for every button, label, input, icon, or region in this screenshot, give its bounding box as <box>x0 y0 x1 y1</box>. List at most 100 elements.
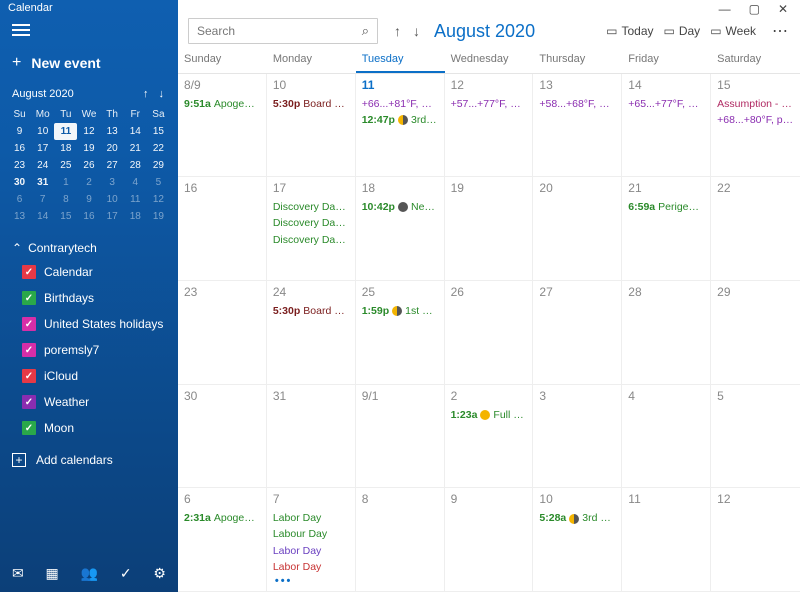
calendar-cell[interactable]: 9/1 <box>356 385 445 489</box>
mini-day[interactable]: 6 <box>8 191 31 208</box>
mini-day[interactable]: 13 <box>101 123 124 140</box>
mini-day[interactable]: 17 <box>31 140 54 157</box>
calendar-cell[interactable]: 5 <box>711 385 800 489</box>
calendar-cell[interactable]: 8/99:51aApogee, 251, <box>178 74 267 178</box>
calendar-toggle[interactable]: ✓Weather <box>18 389 174 415</box>
event[interactable]: 1:59p1st Quart <box>360 303 440 319</box>
more-button[interactable]: ⋯ <box>772 21 790 41</box>
calendar-cell[interactable]: 7Labor DayLabour DayLabor DayLabor Day••… <box>267 488 356 592</box>
event[interactable]: Assumption - Weste <box>715 96 796 112</box>
today-button[interactable]: ▭Today <box>606 24 653 38</box>
new-event-button[interactable]: + New event <box>0 44 178 86</box>
mini-day[interactable]: 8 <box>54 191 77 208</box>
calendar-cell[interactable]: 11+66...+81°F, moder12:47p3rd Qua <box>356 74 445 178</box>
event[interactable]: 12:47p3rd Qua <box>360 112 440 128</box>
event[interactable]: +68...+80°F, patchy <box>715 112 796 128</box>
calendar-cell[interactable]: 4 <box>622 385 711 489</box>
calendar-cell[interactable]: 16 <box>178 177 267 281</box>
close-button[interactable]: ✕ <box>778 2 788 16</box>
calendar-cell[interactable]: 20 <box>533 177 622 281</box>
week-view-button[interactable]: ▭Week <box>710 24 756 38</box>
mini-day[interactable]: 31 <box>31 174 54 191</box>
mini-day[interactable]: 13 <box>8 208 31 225</box>
calendar-toggle[interactable]: ✓poremsly7 <box>18 337 174 363</box>
calendar-cell[interactable]: 245:30pBoard of Edu <box>267 281 356 385</box>
mini-day[interactable]: 24 <box>31 157 54 174</box>
event[interactable]: Discovery Day (Yuk <box>271 215 351 231</box>
mini-day[interactable]: 19 <box>147 208 170 225</box>
calendar-toggle[interactable]: ✓Calendar <box>18 259 174 285</box>
calendar-toggle[interactable]: ✓Moon <box>18 415 174 441</box>
event[interactable]: 1:23aFull moon <box>449 407 529 423</box>
event[interactable]: 2:31aApogee, 252, <box>182 510 262 526</box>
event[interactable]: Labor Day <box>271 510 351 526</box>
calendar-cell[interactable]: 1810:42pNew mo <box>356 177 445 281</box>
mini-day[interactable]: 12 <box>77 123 100 140</box>
mini-day[interactable]: 15 <box>54 208 77 225</box>
mini-day[interactable]: 16 <box>77 208 100 225</box>
mini-day[interactable]: 25 <box>54 157 77 174</box>
calendar-cell[interactable]: 17Discovery Day (YukDiscovery Day (YukDi… <box>267 177 356 281</box>
calendar-cell[interactable]: 15Assumption - Weste+68...+80°F, patchy <box>711 74 800 178</box>
mini-day[interactable]: 27 <box>101 157 124 174</box>
day-view-button[interactable]: ▭Day <box>664 24 701 38</box>
mini-day[interactable]: 12 <box>147 191 170 208</box>
mini-day[interactable]: 19 <box>77 140 100 157</box>
event[interactable]: 10:42pNew mo <box>360 199 440 215</box>
settings-icon[interactable]: ⚙ <box>153 565 166 582</box>
mini-day[interactable]: 9 <box>77 191 100 208</box>
calendar-cell[interactable]: 14+65...+77°F, moder <box>622 74 711 178</box>
event[interactable]: 5:30pBoard of Edu <box>271 96 351 112</box>
mini-day[interactable]: 11 <box>54 123 77 140</box>
add-calendars-button[interactable]: + Add calendars <box>0 441 178 479</box>
event[interactable]: +65...+77°F, moder <box>626 96 706 112</box>
mini-day[interactable]: 26 <box>77 157 100 174</box>
calendar-cell[interactable]: 21:23aFull moon <box>445 385 534 489</box>
calendar-cell[interactable]: 11 <box>622 488 711 592</box>
mini-day[interactable]: 14 <box>124 123 147 140</box>
mini-prev-button[interactable]: ↑ <box>143 88 149 100</box>
calendar-cell[interactable]: 62:31aApogee, 252, <box>178 488 267 592</box>
maximize-button[interactable]: ▢ <box>749 2 760 16</box>
mini-day[interactable]: 2 <box>77 174 100 191</box>
mini-day[interactable]: 11 <box>124 191 147 208</box>
calendar-cell[interactable]: 27 <box>533 281 622 385</box>
calendar-cell[interactable]: 251:59p1st Quart <box>356 281 445 385</box>
calendar-cell[interactable]: 8 <box>356 488 445 592</box>
mini-day[interactable]: 10 <box>101 191 124 208</box>
mini-day[interactable]: 5 <box>147 174 170 191</box>
mini-day[interactable]: 28 <box>124 157 147 174</box>
event[interactable]: +66...+81°F, moder <box>360 96 440 112</box>
mini-day[interactable]: 23 <box>8 157 31 174</box>
event[interactable]: +58...+68°F, moder <box>537 96 617 112</box>
mini-day[interactable]: 14 <box>31 208 54 225</box>
calendar-cell[interactable]: 22 <box>711 177 800 281</box>
event[interactable]: Labor Day <box>271 559 351 575</box>
mini-day[interactable]: 15 <box>147 123 170 140</box>
calendar-cell[interactable]: 26 <box>445 281 534 385</box>
mini-day[interactable]: 16 <box>8 140 31 157</box>
calendar-cell[interactable]: 105:28a3rd Quart <box>533 488 622 592</box>
calendar-toggle[interactable]: ✓iCloud <box>18 363 174 389</box>
calendar-cell[interactable]: 29 <box>711 281 800 385</box>
event[interactable]: 6:59aPerigee, 225, <box>626 199 706 215</box>
event[interactable]: Discovery Day (Yuk <box>271 199 351 215</box>
mini-day[interactable]: 30 <box>8 174 31 191</box>
mini-day[interactable]: 17 <box>101 208 124 225</box>
calendar-cell[interactable]: 28 <box>622 281 711 385</box>
event[interactable]: 5:30pBoard of Edu <box>271 303 351 319</box>
calendar-cell[interactable]: 19 <box>445 177 534 281</box>
mini-day[interactable]: 4 <box>124 174 147 191</box>
event[interactable]: Discovery Day (Yuk <box>271 232 351 248</box>
current-range-title[interactable]: August 2020 <box>434 21 600 42</box>
mini-day[interactable]: 3 <box>101 174 124 191</box>
mini-month-label[interactable]: August 2020 <box>12 88 74 100</box>
calendar-toggle[interactable]: ✓Birthdays <box>18 285 174 311</box>
mini-day[interactable]: 18 <box>124 208 147 225</box>
prev-period-button[interactable]: ↑ <box>394 23 401 39</box>
calendar-cell[interactable]: 105:30pBoard of Edu <box>267 74 356 178</box>
more-events-button[interactable]: ••• <box>271 575 351 587</box>
mini-day[interactable]: 22 <box>147 140 170 157</box>
people-icon[interactable]: 👥 <box>81 565 98 582</box>
event[interactable]: +57...+77°F, partly c <box>449 96 529 112</box>
